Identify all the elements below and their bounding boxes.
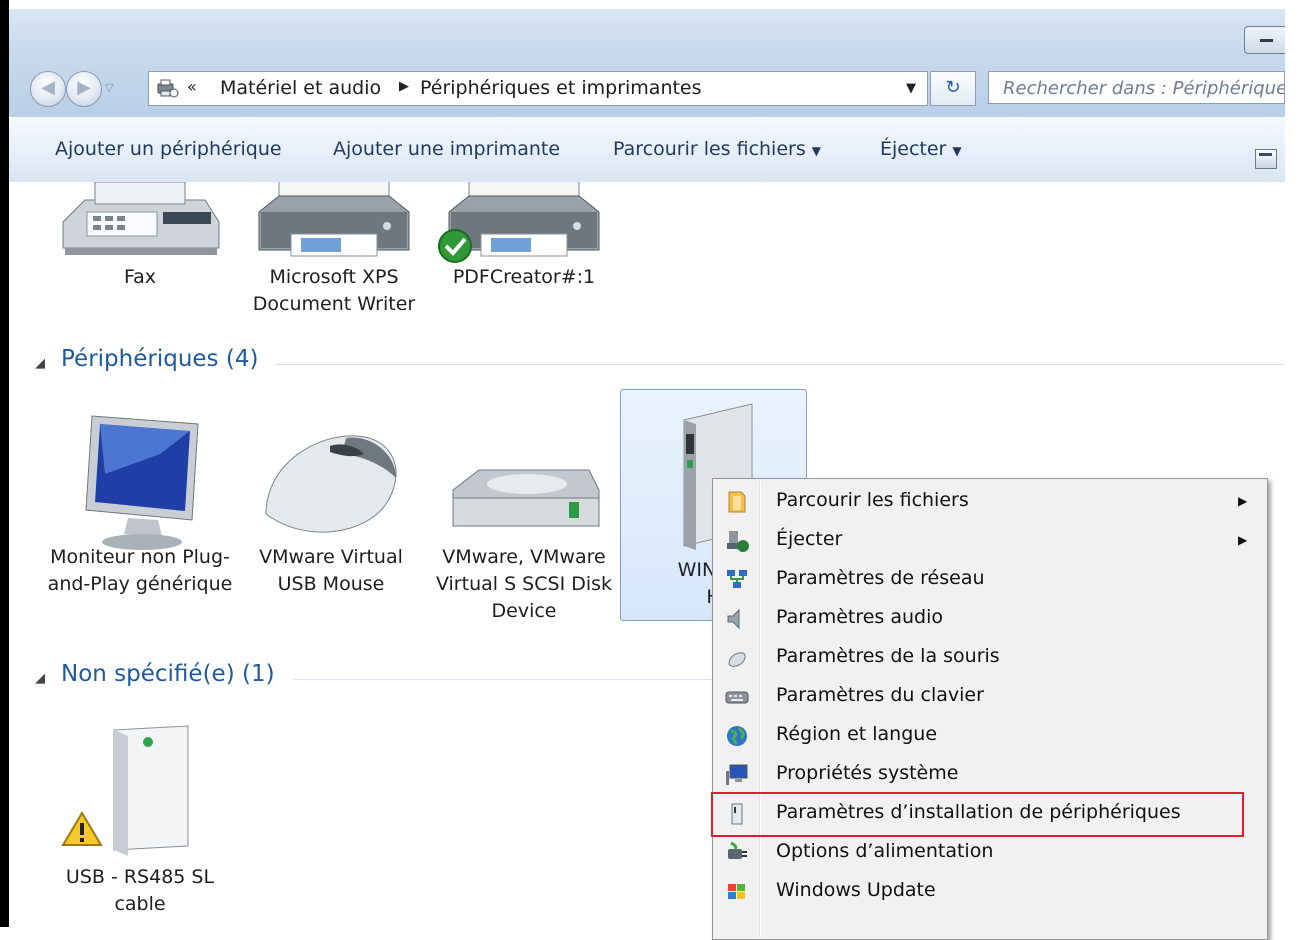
- computer-icon: [726, 764, 748, 785]
- menu-item-label: Paramètres audio: [776, 606, 944, 628]
- command-toolbar: Ajouter un périphérique Ajouter une impr…: [9, 117, 1285, 183]
- device-label: PDFCreator#:1: [452, 266, 596, 288]
- search-input[interactable]: Rechercher dans : Périphériques: [988, 71, 1285, 104]
- group-divider: [293, 679, 743, 680]
- refresh-icon[interactable]: ↻: [930, 71, 976, 106]
- eject-icon: [727, 531, 749, 552]
- device-pdfcreator[interactable]: PDFCreator#:1: [429, 182, 619, 291]
- window-frame-left: [0, 0, 9, 927]
- menu-item-power-options[interactable]: Options d’alimentation: [715, 833, 1263, 872]
- mouse-icon: [265, 435, 397, 533]
- device-usb-rs485-cable[interactable]: USB - RS485 SL cable: [45, 712, 235, 918]
- monitor-icon: [85, 415, 199, 550]
- menu-item-windows-update[interactable]: Windows Update: [715, 872, 1263, 911]
- title-bar: ◀ ▶ ▽ « Matériel et audio ▶ Périphérique…: [9, 9, 1285, 117]
- group-title: Non spécifié(e) (1): [61, 661, 275, 687]
- menu-item-region-language[interactable]: Région et langue: [715, 716, 1263, 755]
- device-label: VMware, VMware Virtual S SCSI Disk Devic…: [435, 546, 613, 622]
- breadcrumb-devices-printers[interactable]: Périphériques et imprimantes: [420, 77, 702, 99]
- menu-item-label: Éjecter: [776, 528, 843, 550]
- annotation-highlight-box: [711, 792, 1244, 837]
- collapse-arrow-icon[interactable]: ◢: [35, 356, 45, 371]
- back-arrow-icon[interactable]: ◀: [30, 71, 66, 107]
- navigation-buttons: ◀ ▶ ▽: [30, 71, 148, 109]
- device-vmware-usb-mouse[interactable]: VMware Virtual USB Mouse: [245, 394, 417, 598]
- menu-item-keyboard-settings[interactable]: Paramètres du clavier: [715, 677, 1263, 716]
- device-microsoft-xps[interactable]: Microsoft XPS Document Writer: [239, 182, 429, 318]
- browse-files-button[interactable]: Parcourir les fichiers ▼: [613, 138, 821, 160]
- network-icon: [727, 570, 747, 588]
- breadcrumb-separator-icon[interactable]: ▶: [399, 79, 409, 94]
- window-frame-top: [0, 0, 1302, 9]
- menu-item-label: Paramètres de réseau: [776, 567, 985, 589]
- device-vmware-scsi-disk[interactable]: VMware, VMware Virtual S SCSI Disk Devic…: [429, 394, 619, 625]
- menu-item-network-settings[interactable]: Paramètres de réseau: [715, 560, 1263, 599]
- device-generic-monitor[interactable]: Moniteur non Plug-and-Play générique: [45, 394, 235, 598]
- fax-icon: [62, 182, 220, 255]
- menu-item-label: Parcourir les fichiers: [776, 489, 969, 511]
- windows-update-icon: [728, 884, 745, 899]
- menu-item-audio-settings[interactable]: Paramètres audio: [715, 599, 1263, 638]
- speaker-icon: [727, 608, 740, 630]
- warning-icon: [61, 811, 103, 846]
- context-menu: Parcourir les fichiers ▶ Éjecter ▶ Param…: [712, 478, 1268, 940]
- mouse-icon: [728, 652, 746, 667]
- keyboard-icon: [725, 691, 749, 704]
- devices-printers-icon: [157, 79, 179, 98]
- eject-label: Éjecter: [880, 138, 947, 160]
- device-label: Fax: [123, 266, 157, 288]
- recent-pages-dropdown-icon[interactable]: ▽: [105, 81, 113, 94]
- device-label: Moniteur non Plug-and-Play générique: [47, 546, 233, 595]
- submenu-arrow-icon: ▶: [1238, 533, 1248, 547]
- printer-icon: [258, 182, 410, 257]
- minimize-button[interactable]: [1244, 26, 1285, 54]
- forward-arrow-icon[interactable]: ▶: [66, 71, 102, 107]
- menu-item-label: Paramètres de la souris: [776, 645, 1000, 667]
- chevron-down-icon: ▼: [952, 144, 962, 158]
- eject-button[interactable]: Éjecter ▼: [880, 138, 962, 160]
- menu-item-browse-files[interactable]: Parcourir les fichiers ▶: [715, 482, 1263, 521]
- menu-item-label: Propriétés système: [776, 762, 959, 784]
- power-icon: [728, 841, 747, 859]
- device-label: Microsoft XPS Document Writer: [252, 266, 416, 315]
- add-device-button[interactable]: Ajouter un périphérique: [55, 138, 282, 160]
- menu-item-label: Région et langue: [776, 723, 938, 745]
- breadcrumb-overflow-icon[interactable]: «: [187, 77, 197, 96]
- hard-disk-icon: [452, 469, 600, 527]
- change-view-icon[interactable]: [1255, 149, 1277, 169]
- menu-item-label: Options d’alimentation: [776, 840, 994, 862]
- address-dropdown-icon[interactable]: ▼: [906, 81, 916, 96]
- chevron-down-icon: ▼: [811, 144, 822, 158]
- collapse-arrow-icon[interactable]: ◢: [35, 671, 45, 686]
- device-label: VMware Virtual USB Mouse: [259, 546, 403, 595]
- menu-item-mouse-settings[interactable]: Paramètres de la souris: [715, 638, 1263, 677]
- default-checkmark-icon: [438, 229, 472, 263]
- menu-item-system-properties[interactable]: Propriétés système: [715, 755, 1263, 794]
- device-label: USB - RS485 SL cable: [65, 866, 215, 915]
- menu-item-label: Paramètres du clavier: [776, 684, 984, 706]
- submenu-arrow-icon: ▶: [1238, 494, 1248, 508]
- address-bar[interactable]: « Matériel et audio ▶ Périphériques et i…: [148, 71, 928, 106]
- menu-item-eject[interactable]: Éjecter ▶: [715, 521, 1263, 560]
- browse-files-label: Parcourir les fichiers: [613, 138, 806, 160]
- group-title: Périphériques (4): [61, 346, 259, 372]
- breadcrumb-hardware-sound[interactable]: Matériel et audio: [220, 77, 381, 99]
- group-divider: [275, 364, 1285, 365]
- menu-item-label: Windows Update: [776, 879, 936, 901]
- device-fax[interactable]: Fax: [45, 182, 235, 291]
- folder-icon: [728, 491, 746, 513]
- group-header-devices[interactable]: ◢ Périphériques (4): [35, 346, 1285, 378]
- globe-icon: [727, 726, 747, 746]
- add-printer-button[interactable]: Ajouter une imprimante: [333, 138, 560, 160]
